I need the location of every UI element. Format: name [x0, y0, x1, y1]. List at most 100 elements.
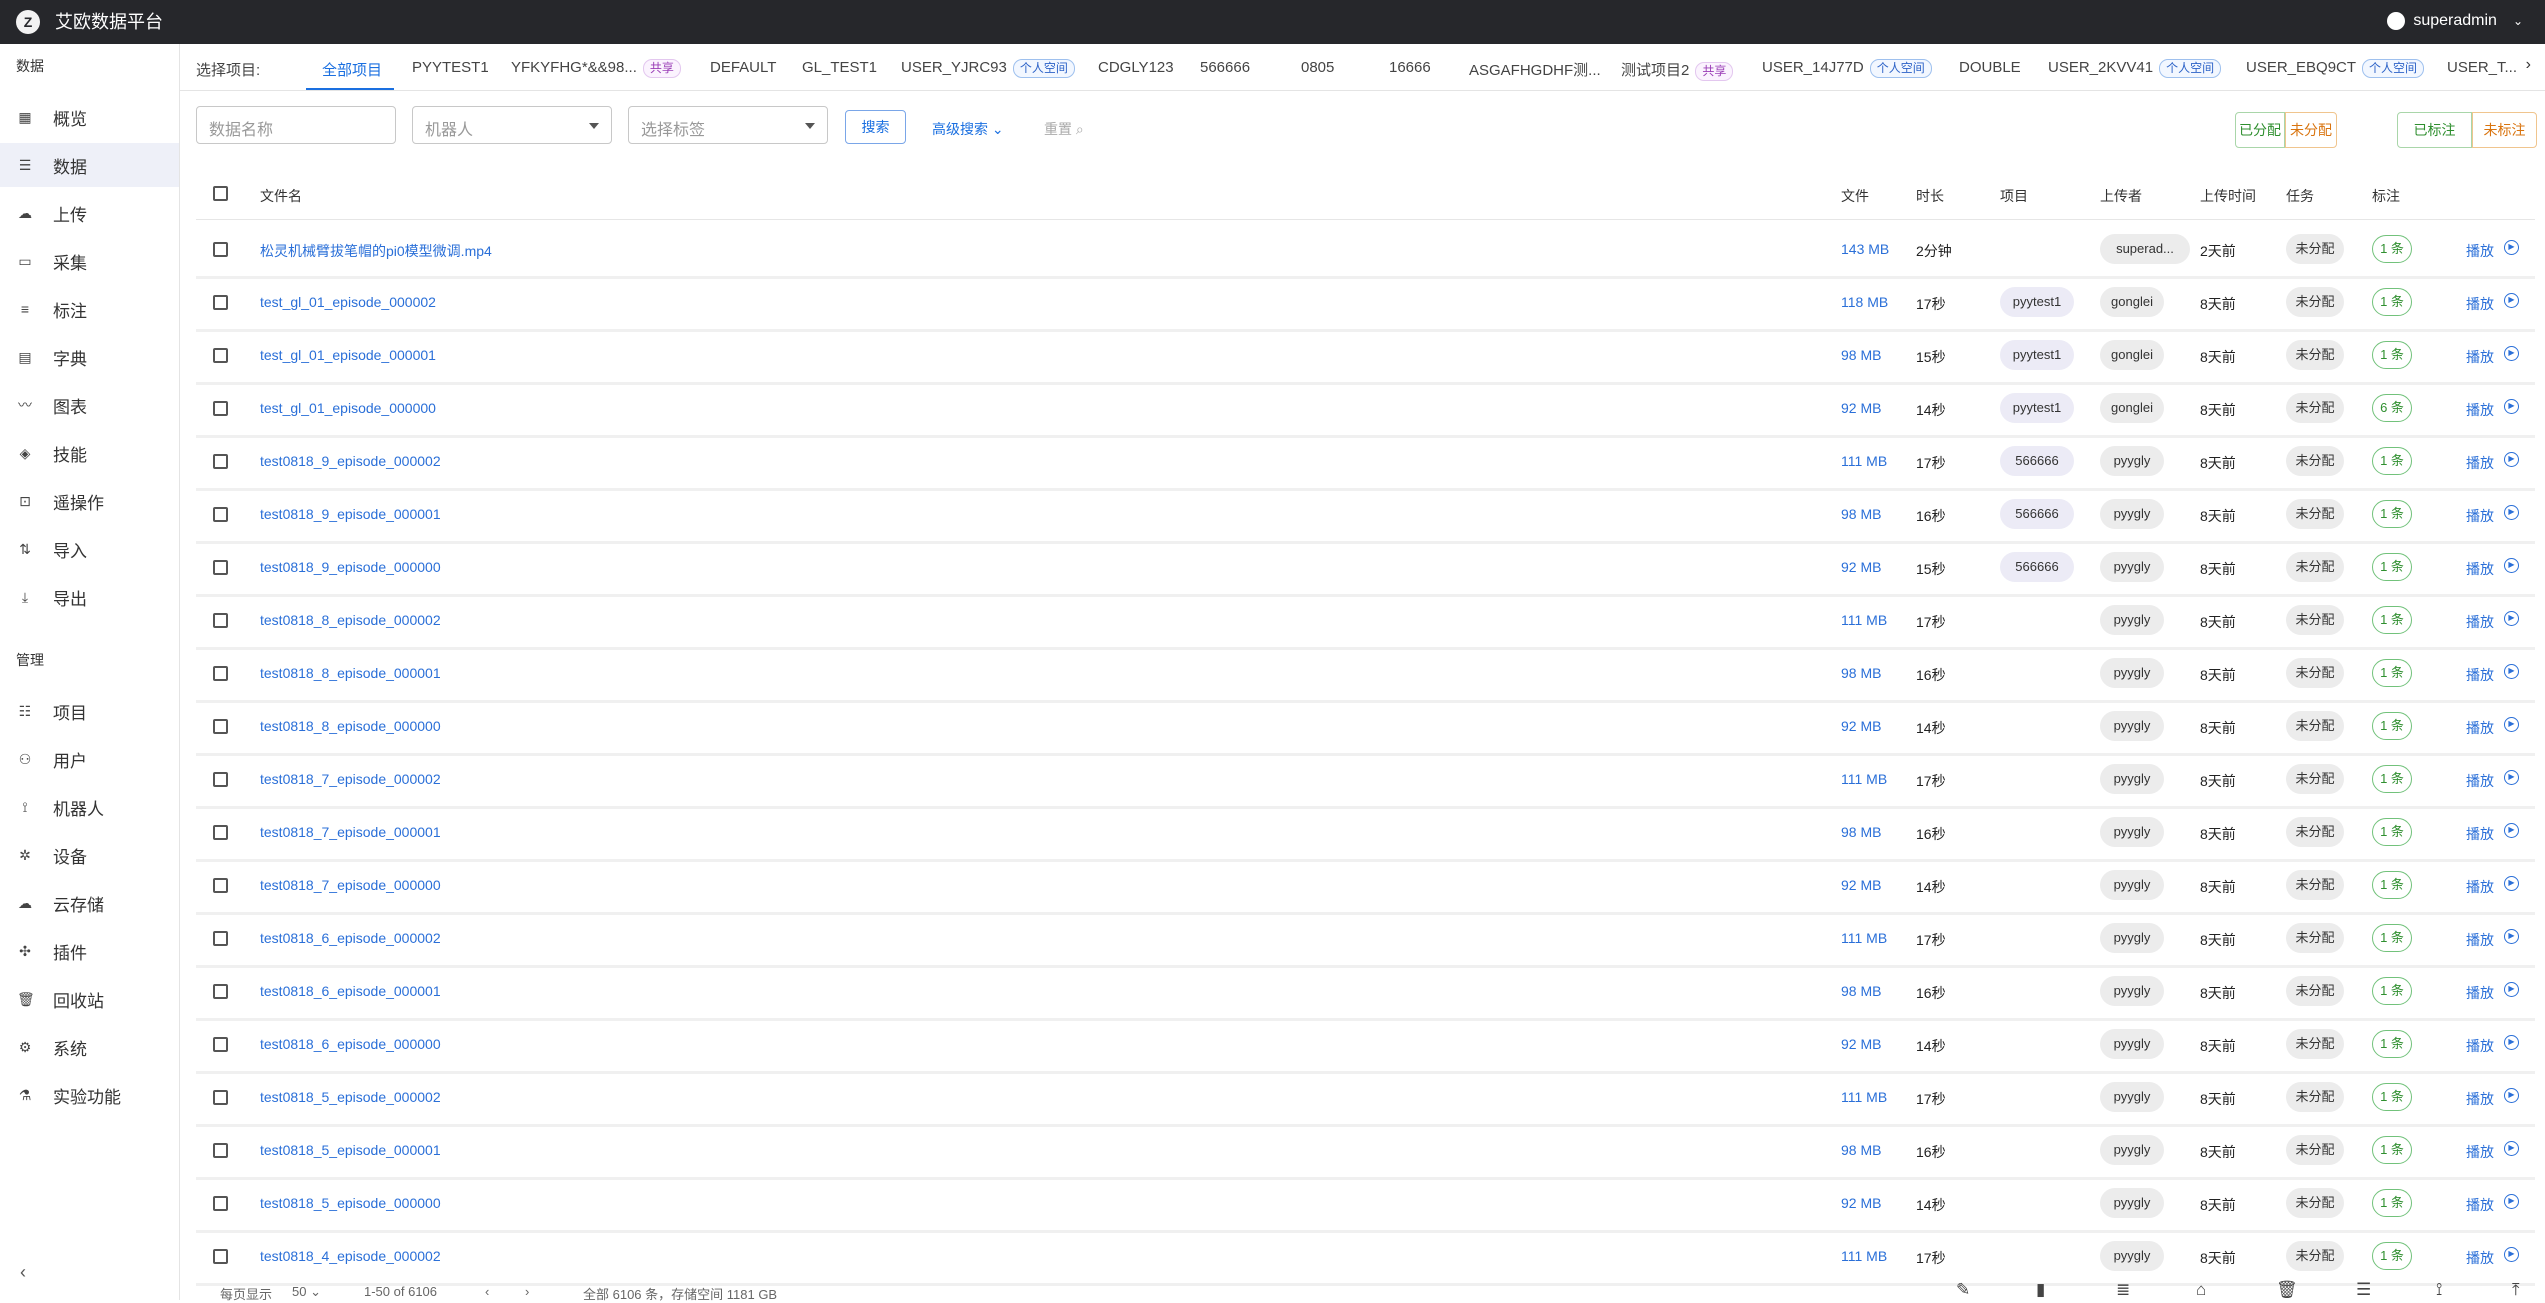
table-row[interactable]: test0818_7_episode_000002 111 MB 17秒 8天前 pyy…: [196, 753, 2535, 809]
file-name-link[interactable]: test0818_6_episode_000002: [260, 930, 441, 946]
table-row[interactable]: test0818_8_episode_000001 98 MB 16秒 8天前 pyyg…: [196, 647, 2535, 703]
play-button[interactable]: 播放: [2466, 294, 2494, 314]
table-row[interactable]: test0818_5_episode_000000 92 MB 14秒 8天前 pyyg…: [196, 1177, 2535, 1233]
annotation-count-badge[interactable]: 6 条: [2372, 394, 2412, 422]
file-size[interactable]: 92 MB: [1841, 400, 1881, 416]
play-button[interactable]: 播放: [2466, 453, 2494, 473]
annotation-count-badge[interactable]: 1 条: [2372, 553, 2412, 581]
row-checkbox[interactable]: [213, 666, 228, 681]
play-button[interactable]: 播放: [2466, 400, 2494, 420]
table-row[interactable]: test0818_4_episode_000002 111 MB 17秒 8天前 pyy…: [196, 1230, 2535, 1286]
play-circle-icon[interactable]: ▶: [2504, 611, 2519, 626]
sidebar-item[interactable]: ≡ 标注: [0, 287, 179, 331]
file-size[interactable]: 111 MB: [1841, 453, 1887, 469]
file-name-link[interactable]: test_gl_01_episode_000000: [260, 400, 436, 416]
data-name-input[interactable]: 数据名称: [196, 106, 396, 144]
play-button[interactable]: 播放: [2466, 877, 2494, 897]
app-logo-icon[interactable]: Z: [16, 10, 40, 34]
sidebar-item[interactable]: ⚇ 用户: [0, 737, 179, 781]
play-circle-icon[interactable]: ▶: [2504, 346, 2519, 361]
play-button[interactable]: 播放: [2466, 1089, 2494, 1109]
annotation-count-badge[interactable]: 1 条: [2372, 1242, 2412, 1270]
play-circle-icon[interactable]: ▶: [2504, 399, 2519, 414]
row-checkbox[interactable]: [213, 931, 228, 946]
uploader-chip[interactable]: pyygly: [2100, 1082, 2164, 1112]
file-name-link[interactable]: 松灵机械臂拔笔帽的pi0模型微调.mp4: [260, 241, 492, 261]
annotation-count-badge[interactable]: 1 条: [2372, 765, 2412, 793]
file-size[interactable]: 98 MB: [1841, 824, 1881, 840]
uploader-chip[interactable]: pyygly: [2100, 870, 2164, 900]
file-name-link[interactable]: test0818_5_episode_000002: [260, 1089, 441, 1105]
project-chip[interactable]: 566666: [2000, 499, 2074, 529]
row-checkbox[interactable]: [213, 295, 228, 310]
uploader-chip[interactable]: pyygly: [2100, 1188, 2164, 1218]
row-checkbox[interactable]: [213, 984, 228, 999]
sidebar-item[interactable]: ▭ 采集: [0, 239, 179, 283]
file-size[interactable]: 111 MB: [1841, 930, 1887, 946]
sidebar-item[interactable]: ⊡ 遥操作: [0, 479, 179, 523]
edit-icon[interactable]: ✎: [1956, 1280, 1970, 1300]
task-status-chip[interactable]: 未分配: [2286, 393, 2344, 423]
robot-arm-icon[interactable]: ⟟: [2436, 1280, 2442, 1300]
bar-chart-icon[interactable]: ▮: [2036, 1280, 2045, 1300]
table-row[interactable]: test0818_5_episode_000002 111 MB 17秒 8天前 pyy…: [196, 1071, 2535, 1127]
col-duration[interactable]: 时长: [1916, 186, 1944, 206]
file-size[interactable]: 111 MB: [1841, 1248, 1887, 1264]
task-status-chip[interactable]: 未分配: [2286, 1135, 2344, 1165]
play-button[interactable]: 播放: [2466, 824, 2494, 844]
sidebar-item[interactable]: ☰ 数据: [0, 143, 179, 187]
task-status-chip[interactable]: 未分配: [2286, 976, 2344, 1006]
select-all-checkbox[interactable]: [213, 186, 228, 201]
uploader-chip[interactable]: gonglei: [2100, 393, 2164, 423]
play-circle-icon[interactable]: ▶: [2504, 505, 2519, 520]
play-button[interactable]: 播放: [2466, 983, 2494, 1003]
uploader-chip[interactable]: pyygly: [2100, 711, 2164, 741]
annotation-count-badge[interactable]: 1 条: [2372, 606, 2412, 634]
table-row[interactable]: test0818_9_episode_000002 111 MB 17秒 8天前 566…: [196, 435, 2535, 491]
file-name-link[interactable]: test_gl_01_episode_000001: [260, 347, 436, 363]
file-size[interactable]: 143 MB: [1841, 241, 1889, 257]
project-tab[interactable]: DEFAULT: [710, 59, 776, 76]
sidebar-item[interactable]: ⚙ 系统: [0, 1025, 179, 1069]
annotation-count-badge[interactable]: 1 条: [2372, 1030, 2412, 1058]
file-name-link[interactable]: test0818_6_episode_000001: [260, 983, 441, 999]
file-name-link[interactable]: test0818_7_episode_000002: [260, 771, 441, 787]
filter-assigned-button[interactable]: 已分配: [2235, 112, 2285, 148]
table-row[interactable]: test0818_8_episode_000000 92 MB 14秒 8天前 pyyg…: [196, 700, 2535, 756]
col-upload-time[interactable]: 上传时间: [2200, 186, 2256, 206]
table-row[interactable]: test0818_6_episode_000000 92 MB 14秒 8天前 pyyg…: [196, 1018, 2535, 1074]
project-tab[interactable]: 566666: [1200, 59, 1250, 76]
play-button[interactable]: 播放: [2466, 718, 2494, 738]
file-size[interactable]: 111 MB: [1841, 771, 1887, 787]
play-circle-icon[interactable]: ▶: [2504, 929, 2519, 944]
file-name-link[interactable]: test0818_9_episode_000002: [260, 453, 441, 469]
row-checkbox[interactable]: [213, 560, 228, 575]
play-button[interactable]: 播放: [2466, 612, 2494, 632]
task-status-chip[interactable]: 未分配: [2286, 340, 2344, 370]
annotation-count-badge[interactable]: 1 条: [2372, 235, 2412, 263]
annotation-count-badge[interactable]: 1 条: [2372, 924, 2412, 952]
uploader-chip[interactable]: pyygly: [2100, 976, 2164, 1006]
annotation-count-badge[interactable]: 1 条: [2372, 288, 2412, 316]
file-name-link[interactable]: test0818_7_episode_000001: [260, 824, 441, 840]
play-circle-icon[interactable]: ▶: [2504, 982, 2519, 997]
file-size[interactable]: 98 MB: [1841, 1142, 1881, 1158]
project-tab[interactable]: USER_EBQ9CT 个人空间: [2246, 59, 2425, 78]
task-status-chip[interactable]: 未分配: [2286, 711, 2344, 741]
play-circle-icon[interactable]: ▶: [2504, 717, 2519, 732]
play-circle-icon[interactable]: ▶: [2504, 664, 2519, 679]
delete-icon[interactable]: 🗑: [2276, 1280, 2298, 1300]
col-project[interactable]: 项目: [2000, 186, 2028, 206]
project-tab[interactable]: GL_TEST1: [802, 59, 877, 76]
play-button[interactable]: 播放: [2466, 241, 2494, 261]
sidebar-item[interactable]: ⇅ 导入: [0, 527, 179, 571]
annotation-count-badge[interactable]: 1 条: [2372, 818, 2412, 846]
sidebar-item[interactable]: ◈ 技能: [0, 431, 179, 475]
project-tab[interactable]: 测试项目2 共享: [1621, 59, 1734, 81]
table-row[interactable]: test_gl_01_episode_000000 92 MB 14秒 8天前 pyyt…: [196, 382, 2535, 438]
table-row[interactable]: test_gl_01_episode_000001 98 MB 15秒 8天前 pyyt…: [196, 329, 2535, 385]
project-tab[interactable]: 16666: [1389, 59, 1431, 76]
annotation-count-badge[interactable]: 1 条: [2372, 659, 2412, 687]
numbered-list-icon[interactable]: ≣: [2116, 1280, 2130, 1300]
table-row[interactable]: test0818_8_episode_000002 111 MB 17秒 8天前 pyy…: [196, 594, 2535, 650]
